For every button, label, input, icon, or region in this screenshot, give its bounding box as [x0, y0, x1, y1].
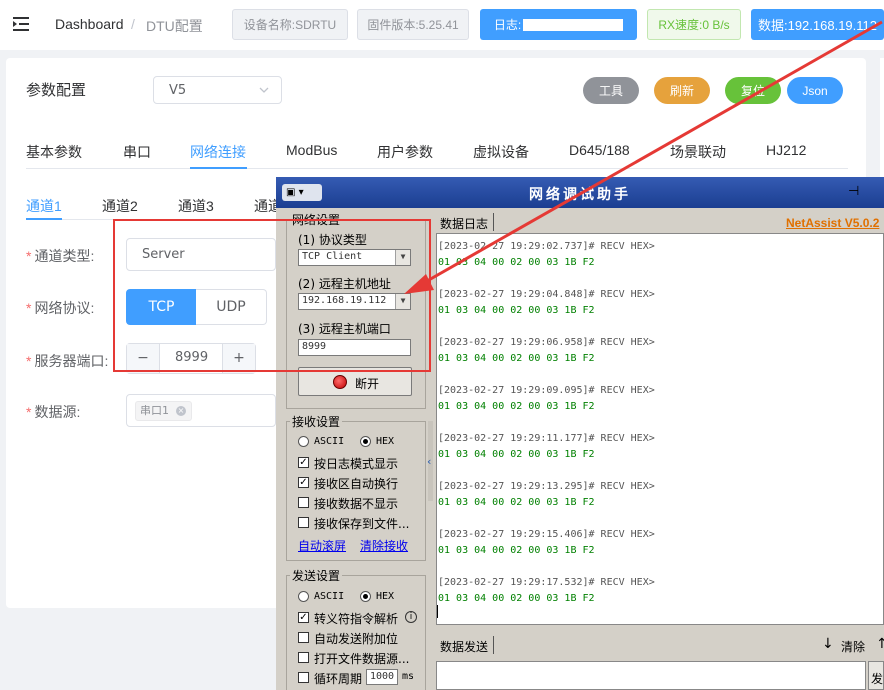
annotation-arrow-icon [404, 20, 883, 294]
